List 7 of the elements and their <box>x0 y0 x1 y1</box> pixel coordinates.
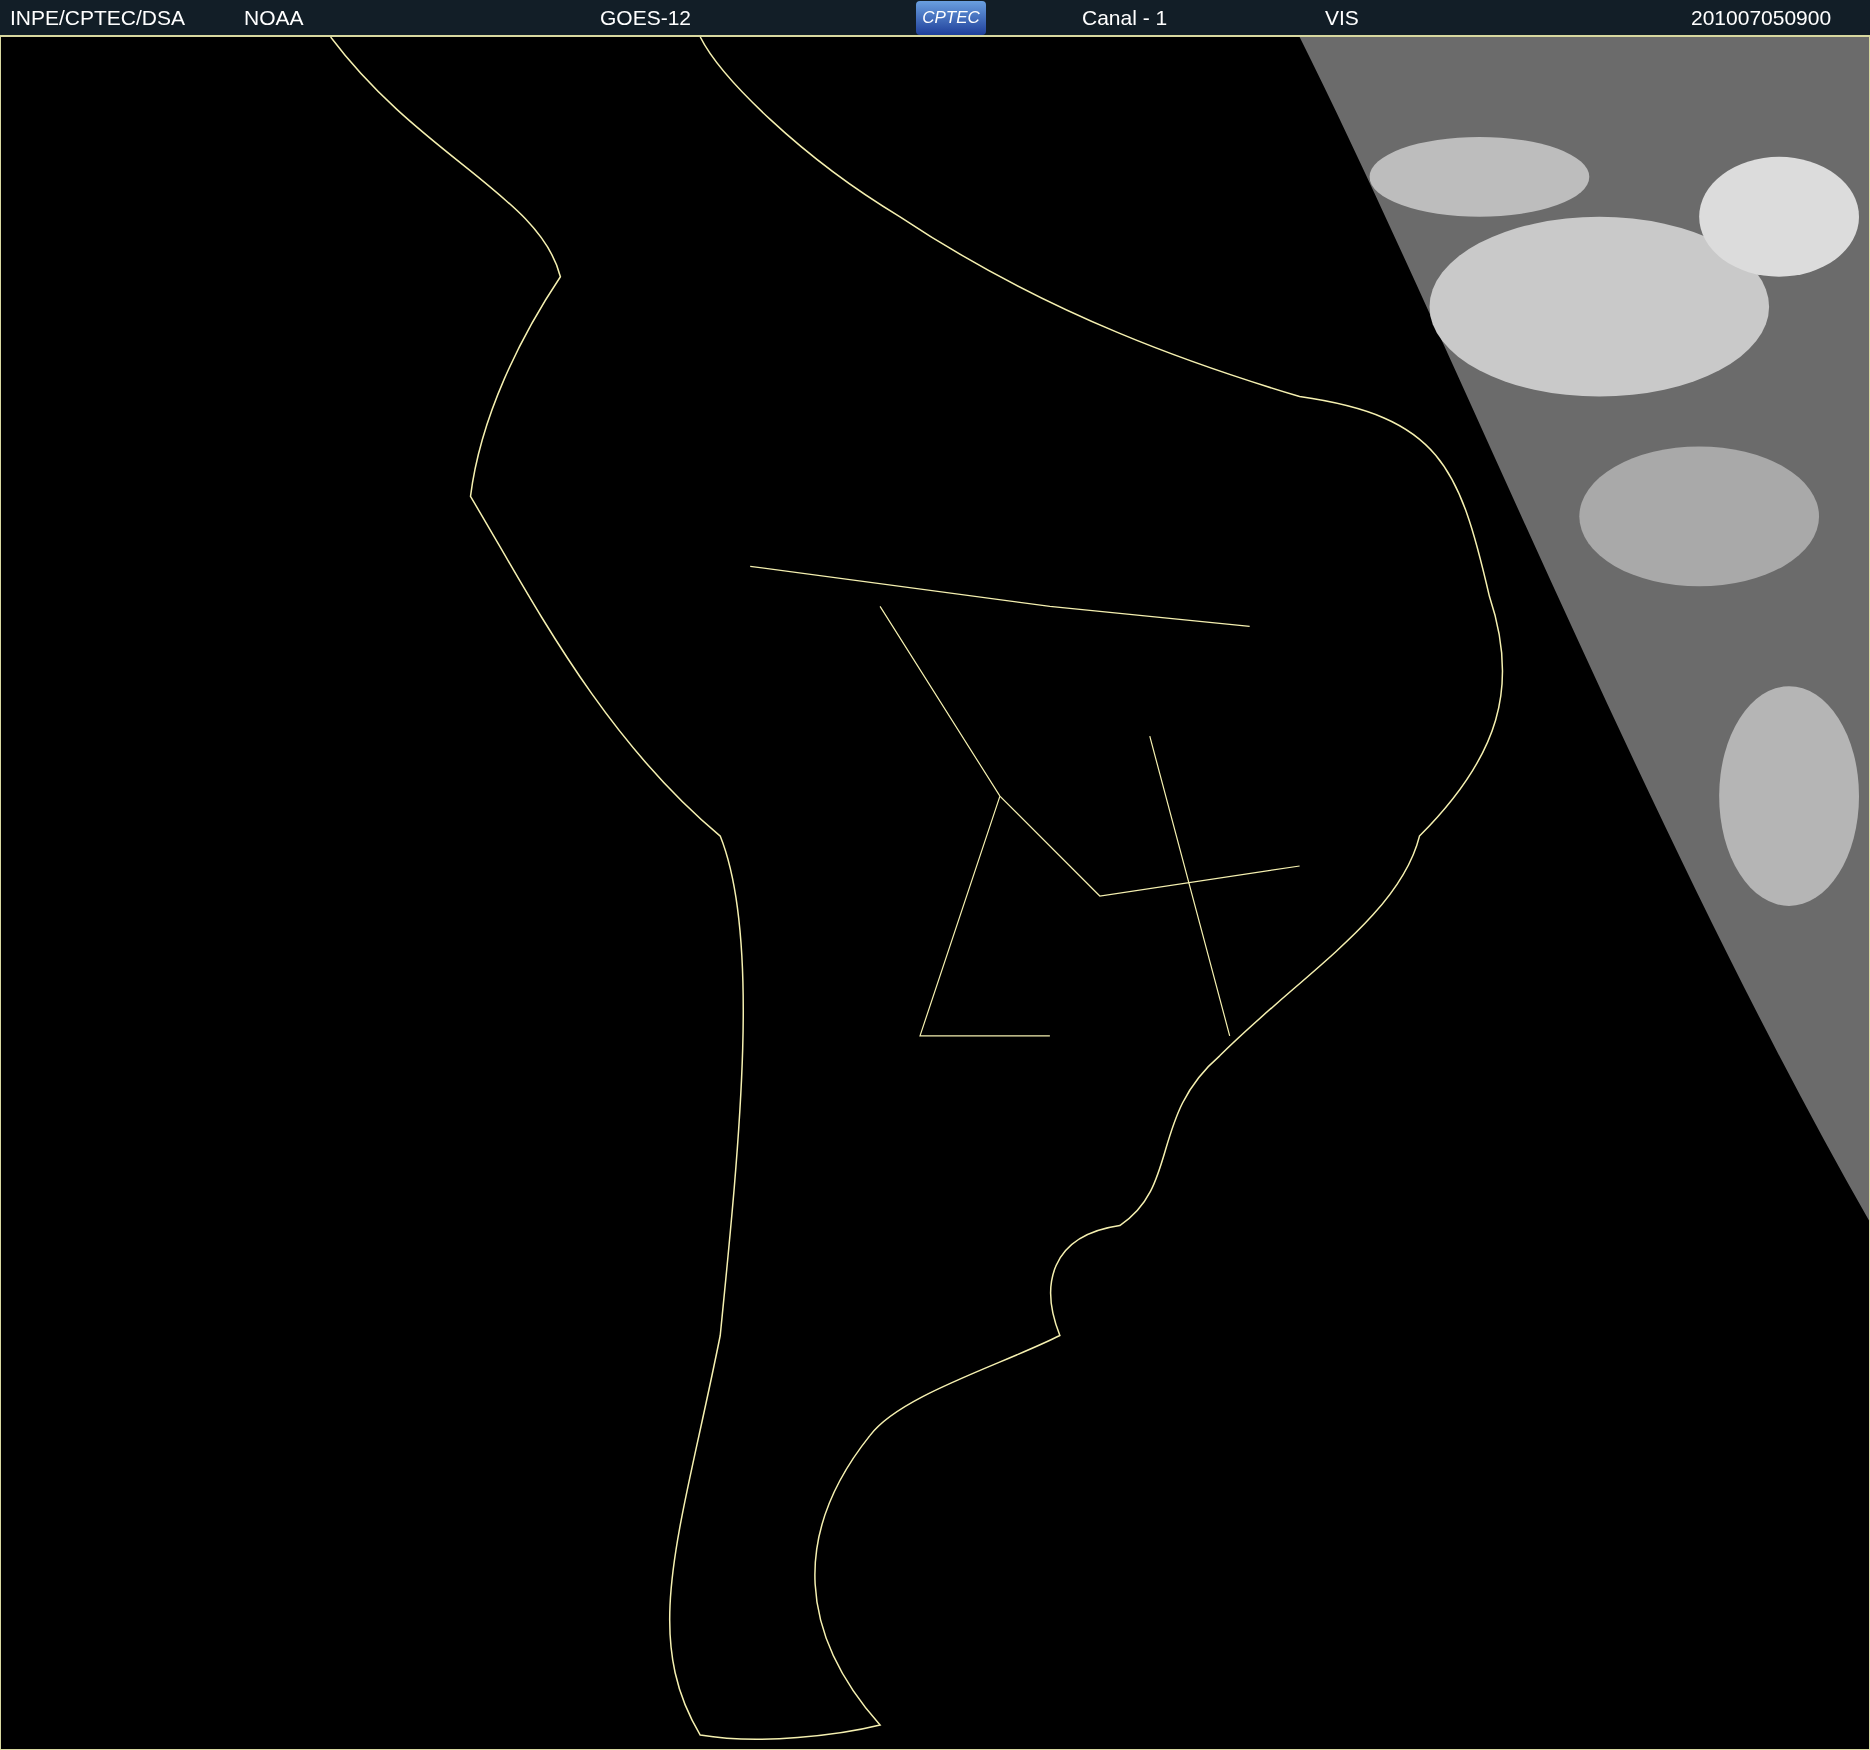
source-label: INPE/CPTEC/DSA <box>10 4 187 31</box>
band-label: VIS <box>1325 4 1360 31</box>
timestamp-label: 201007050900 <box>1691 4 1832 31</box>
satellite-label: GOES-12 <box>600 4 693 31</box>
logo-badge: CPTEC <box>916 0 986 35</box>
channel-label: Canal - 1 <box>1082 4 1169 31</box>
agency-label: NOAA <box>244 4 305 31</box>
